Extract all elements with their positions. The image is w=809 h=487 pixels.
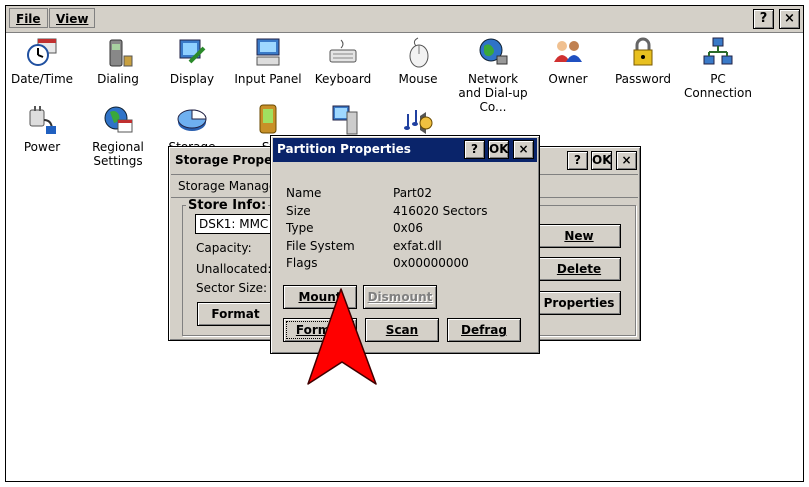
flags-value: 0x00000000 [393, 256, 469, 270]
defrag-label: Defrag [461, 323, 507, 337]
partition-properties-button[interactable]: Properties [537, 291, 621, 315]
partition-close-button[interactable]: × [513, 140, 534, 159]
sector-size-label: Sector Size: [196, 281, 268, 295]
file-system-value: exfat.dll [393, 239, 442, 253]
cp-item-display[interactable]: Display [154, 36, 230, 86]
delete-partition-button[interactable]: Delete [537, 257, 621, 281]
cp-label: Dialing [97, 72, 139, 86]
input-panel-icon [256, 38, 280, 66]
storage-title: Storage Propert [175, 153, 284, 167]
type-label: Type [286, 221, 314, 235]
cp-item-power[interactable]: Power [4, 104, 80, 154]
cp-item-owner[interactable]: Owner [530, 36, 606, 86]
unallocated-label: Unallocated: [196, 262, 272, 276]
keyboard-icon [329, 39, 357, 63]
cp-label: Display [169, 72, 215, 86]
type-value: 0x06 [393, 221, 424, 235]
size-label: Size [286, 204, 311, 218]
storage-pie-icon [177, 109, 207, 131]
store-select-value: DSK1: MMC C [199, 217, 281, 231]
storage-close-button[interactable]: × [616, 151, 637, 170]
defrag-button[interactable]: Defrag [447, 318, 521, 342]
help-button[interactable]: ? [753, 9, 774, 29]
capacity-label: Capacity: [196, 241, 252, 255]
cp-item-dialing[interactable]: Dialing [80, 36, 156, 86]
cp-item-regional-settings[interactable]: Regional Settings [80, 104, 156, 168]
file-system-label: File System [286, 239, 355, 253]
cp-label: Power [23, 140, 61, 154]
volume-icon [404, 110, 433, 134]
partition-help-button[interactable]: ? [464, 140, 485, 159]
partition-title: Partition Properties [277, 142, 411, 156]
scan-label: Scan [385, 323, 419, 337]
cp-item-pc-connection[interactable]: PC Connection [680, 36, 756, 100]
cp-label: Owner [548, 72, 588, 86]
cp-label: Keyboard [314, 72, 372, 86]
cp-label: Date/Time [10, 72, 74, 86]
cp-item-network[interactable]: Network and Dial-up Co... [455, 36, 531, 114]
network-globe-icon [479, 38, 508, 65]
name-label: Name [286, 186, 322, 200]
storage-manager-tab[interactable]: Storage Manager [178, 179, 281, 193]
cp-label: Regional Settings [92, 140, 144, 168]
view-menu-label: View [56, 12, 89, 26]
phone-icon [109, 39, 133, 67]
red-pointer-arrow-icon [307, 288, 377, 385]
cp-item-mouse[interactable]: Mouse [380, 36, 456, 86]
system-icon [332, 105, 358, 135]
stylus-icon [259, 104, 277, 134]
partition-titlebar: Partition Properties ? OK × [273, 138, 537, 162]
storage-format-button[interactable]: Format [197, 302, 274, 326]
cp-label: PC Connection [684, 72, 752, 100]
padlock-icon [633, 37, 653, 66]
cp-item-date-time[interactable]: Date/Time [4, 36, 80, 86]
storage-help-button[interactable]: ? [567, 151, 588, 170]
cp-label: Mouse [398, 72, 438, 86]
flags-label: Flags [286, 256, 318, 270]
storage-ok-button[interactable]: OK [591, 151, 612, 170]
close-button[interactable]: × [779, 9, 800, 29]
name-value: Part02 [393, 186, 432, 200]
partition-ok-button[interactable]: OK [488, 140, 509, 159]
new-partition-button[interactable]: New [537, 224, 621, 248]
display-icon [179, 39, 206, 64]
owner-icon [554, 41, 582, 62]
cp-label: Network and Dial-up Co... [458, 72, 528, 114]
cp-item-keyboard[interactable]: Keyboard [305, 36, 381, 86]
cp-item-password[interactable]: Password [605, 36, 681, 86]
file-menu-label: File [16, 12, 41, 26]
view-menu[interactable]: View [49, 8, 96, 28]
regional-settings-icon [104, 106, 133, 133]
cp-label: Password [614, 72, 672, 86]
menu-bar: File View ? × [6, 6, 803, 33]
delete-partition-label: Delete [556, 262, 602, 276]
pc-connection-icon [703, 37, 733, 65]
mouse-icon [409, 37, 429, 68]
cp-item-input-panel[interactable]: Input Panel [230, 36, 306, 86]
size-value: 416020 Sectors [393, 204, 488, 218]
file-menu[interactable]: File [9, 8, 48, 28]
power-plug-icon [29, 106, 56, 134]
store-info-label: Store Info: [186, 198, 269, 213]
new-partition-label: New [564, 229, 594, 243]
cp-label: Input Panel [234, 72, 302, 86]
clock-icon [27, 38, 57, 66]
